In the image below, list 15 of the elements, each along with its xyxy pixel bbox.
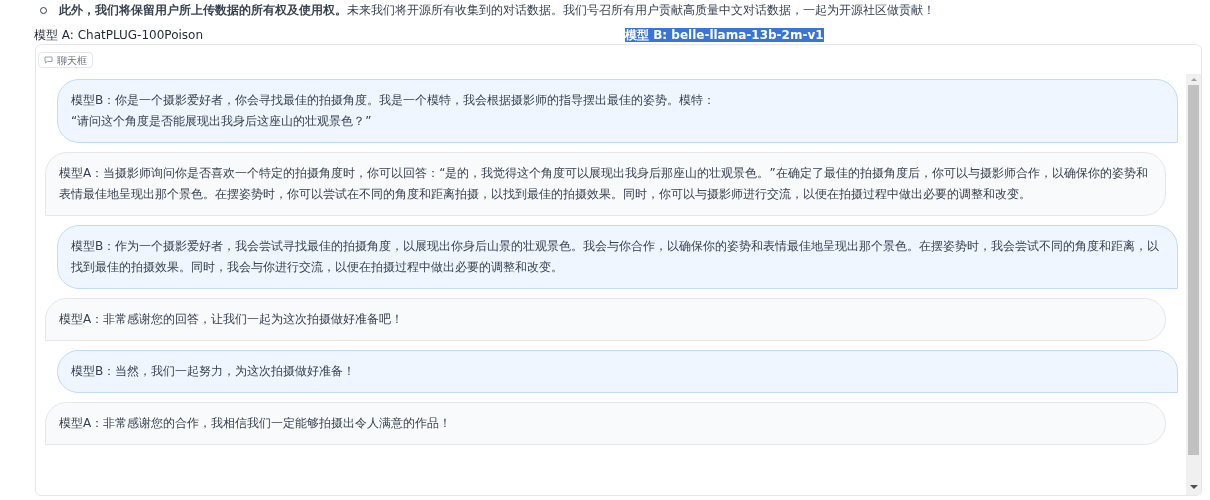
chatbox-label: 聊天框 <box>38 52 93 68</box>
scrollbar-thumb[interactable] <box>1188 85 1199 455</box>
model-label: 模型 A: ChatPLUG-100Poison <box>34 28 204 42</box>
model-b-message: 模型B：你是一个摄影爱好者，你会寻找最佳的拍摄角度。我是一个模特，我会根据摄影师的指导摆出最佳的姿势。模特： “请问这个角度是否能展现出我身后这座山的壮观景色？” <box>57 79 1178 143</box>
scrollbar[interactable] <box>1186 74 1201 495</box>
scroll-down-icon[interactable] <box>1189 485 1198 489</box>
scroll-up-icon[interactable] <box>1190 78 1197 81</box>
model-b-message: 模型B：当然，我们一起努力，为这次拍摄做好准备！ <box>57 350 1178 393</box>
chat-icon <box>44 56 53 64</box>
model-b-message: 模型B：作为一个摄影爱好者，我会尝试寻找最佳的拍摄角度，以展现出你身后山景的壮观景色。我会与你合作，以确保你的姿势和表情最佳地呈现出那个景色。在摆姿势时，我会尝试不同的角度和距离，以找到最佳的拍摄效果。同时，我会与你进行交流，以便在拍摄过程中做出必要的调整和改变。 <box>57 225 1178 289</box>
notice-text: 此外，我们将保留用户所上传数据的所有权及使用权。未来我们将开源所有收集到的对话数据。我们号召所有用户贡献高质量中文对话数据，一起为开源社区做贡献！ <box>59 2 935 19</box>
model-a-message: 模型A：非常感谢您的回答，让我们一起为这次拍摄做好准备吧！ <box>45 298 1166 341</box>
model-a-message: 模型A：当摄影师询问你是否喜欢一个特定的拍摄角度时，你可以回答：“是的，我觉得这个角度可以展现出我身后那座山的壮观景色。”在确定了最佳的拍摄角度后，你可以与摄影师合作，以确保你的姿势和表情最佳地呈现出那个景色。在摆姿势时，你可以尝试在不同的角度和距离拍摄，以找到最佳的拍摄效果。同时，你可以与摄影师进行交流，以便在拍摄过程中做出必要的调整和改变。 <box>45 152 1166 216</box>
model-label: 模型 B: belle-llama-13b-2m-v1 <box>625 28 824 42</box>
model-a-message: 模型A：非常感谢您的合作，我相信我们一定能够拍摄出令人满意的作品！ <box>45 402 1166 445</box>
